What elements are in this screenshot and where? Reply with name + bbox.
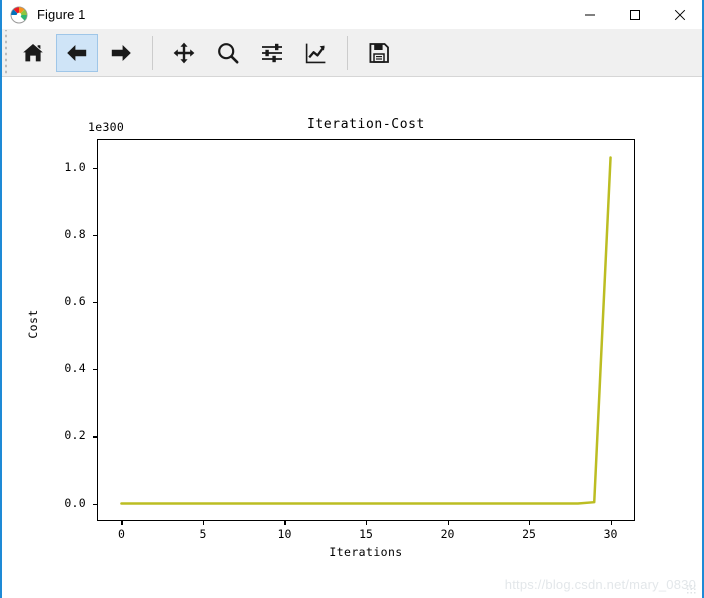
x-tick-mark — [366, 521, 368, 525]
sliders-icon — [260, 41, 284, 65]
y-tick-mark — [93, 301, 97, 304]
configure-subplots-button[interactable] — [251, 34, 293, 72]
figure-window: Figure 1 Iteration-Cost 1e300 0 5 10 15 … — [0, 0, 704, 598]
x-tick-mark — [202, 521, 205, 525]
close-button[interactable] — [657, 0, 702, 29]
plot-area: Iteration-Cost 1e300 0 5 10 15 20 25 30 0.0 0.2… — [2, 78, 702, 596]
arrow-right-icon — [109, 41, 133, 65]
watermark-dots — [686, 584, 696, 594]
floppy-disk-icon — [367, 41, 391, 65]
toolbar-separator-2 — [347, 35, 348, 70]
window-controls — [567, 0, 702, 29]
chart-title: Iteration-Cost — [307, 117, 425, 132]
x-tick-label: 20 — [440, 527, 455, 541]
x-tick-label: 30 — [603, 527, 618, 541]
arrow-left-icon — [65, 41, 89, 65]
move-icon — [172, 41, 196, 65]
y-tick-mark — [93, 369, 97, 371]
y-axis-label: Cost — [26, 309, 40, 339]
home-icon — [21, 41, 45, 65]
minimize-button[interactable] — [567, 0, 612, 29]
y-tick-label: 0.8 — [64, 226, 86, 241]
x-tick-label: 25 — [522, 527, 536, 541]
x-axis-label: Iterations — [329, 545, 403, 559]
pan-button[interactable] — [163, 34, 205, 72]
x-tick-mark — [610, 521, 612, 525]
data-series-layer — [97, 139, 635, 521]
y-tick-mark — [93, 167, 97, 169]
x-tick-label: 0 — [117, 527, 125, 541]
magnifier-icon — [216, 41, 240, 65]
x-tick-mark — [121, 521, 123, 525]
y-tick-mark — [93, 436, 97, 438]
figure-canvas[interactable]: Iteration-Cost 1e300 0 5 10 15 20 25 30 0.0 0.2… — [2, 78, 702, 596]
title-bar[interactable]: Figure 1 — [2, 0, 702, 29]
matplotlib-icon — [10, 6, 28, 24]
maximize-button[interactable] — [612, 0, 657, 29]
toolbar-separator-1 — [152, 35, 153, 70]
forward-button[interactable] — [100, 34, 142, 72]
window-title: Figure 1 — [37, 7, 86, 22]
y-tick-label: 0.2 — [64, 428, 86, 443]
y-tick-label: 1.0 — [64, 159, 86, 174]
y-tick-mark — [93, 234, 97, 236]
x-tick-mark — [529, 521, 531, 525]
watermark-text: https://blog.csdn.net/mary_0830 — [504, 577, 696, 592]
home-icon-button[interactable] — [12, 34, 54, 72]
zoom-rect-button[interactable] — [207, 34, 249, 72]
x-tick-mark — [447, 521, 449, 525]
x-tick-label: 5 — [199, 527, 207, 541]
save-figure-button[interactable] — [358, 34, 400, 72]
back-button[interactable] — [56, 33, 98, 72]
toolbar-drag-handle[interactable] — [2, 29, 11, 76]
navigation-toolbar — [2, 29, 702, 77]
x-tick-label: 10 — [277, 527, 292, 541]
y-tick-mark — [93, 503, 97, 505]
x-tick-mark — [284, 521, 286, 525]
chart-line-icon — [304, 41, 328, 65]
y-tick-label: 0.0 — [64, 495, 86, 510]
cost-line — [121, 157, 610, 503]
x-tick-label: 15 — [359, 527, 373, 541]
y-axis-offset-label: 1e300 — [88, 120, 125, 134]
edit-axis-button[interactable] — [295, 34, 337, 72]
